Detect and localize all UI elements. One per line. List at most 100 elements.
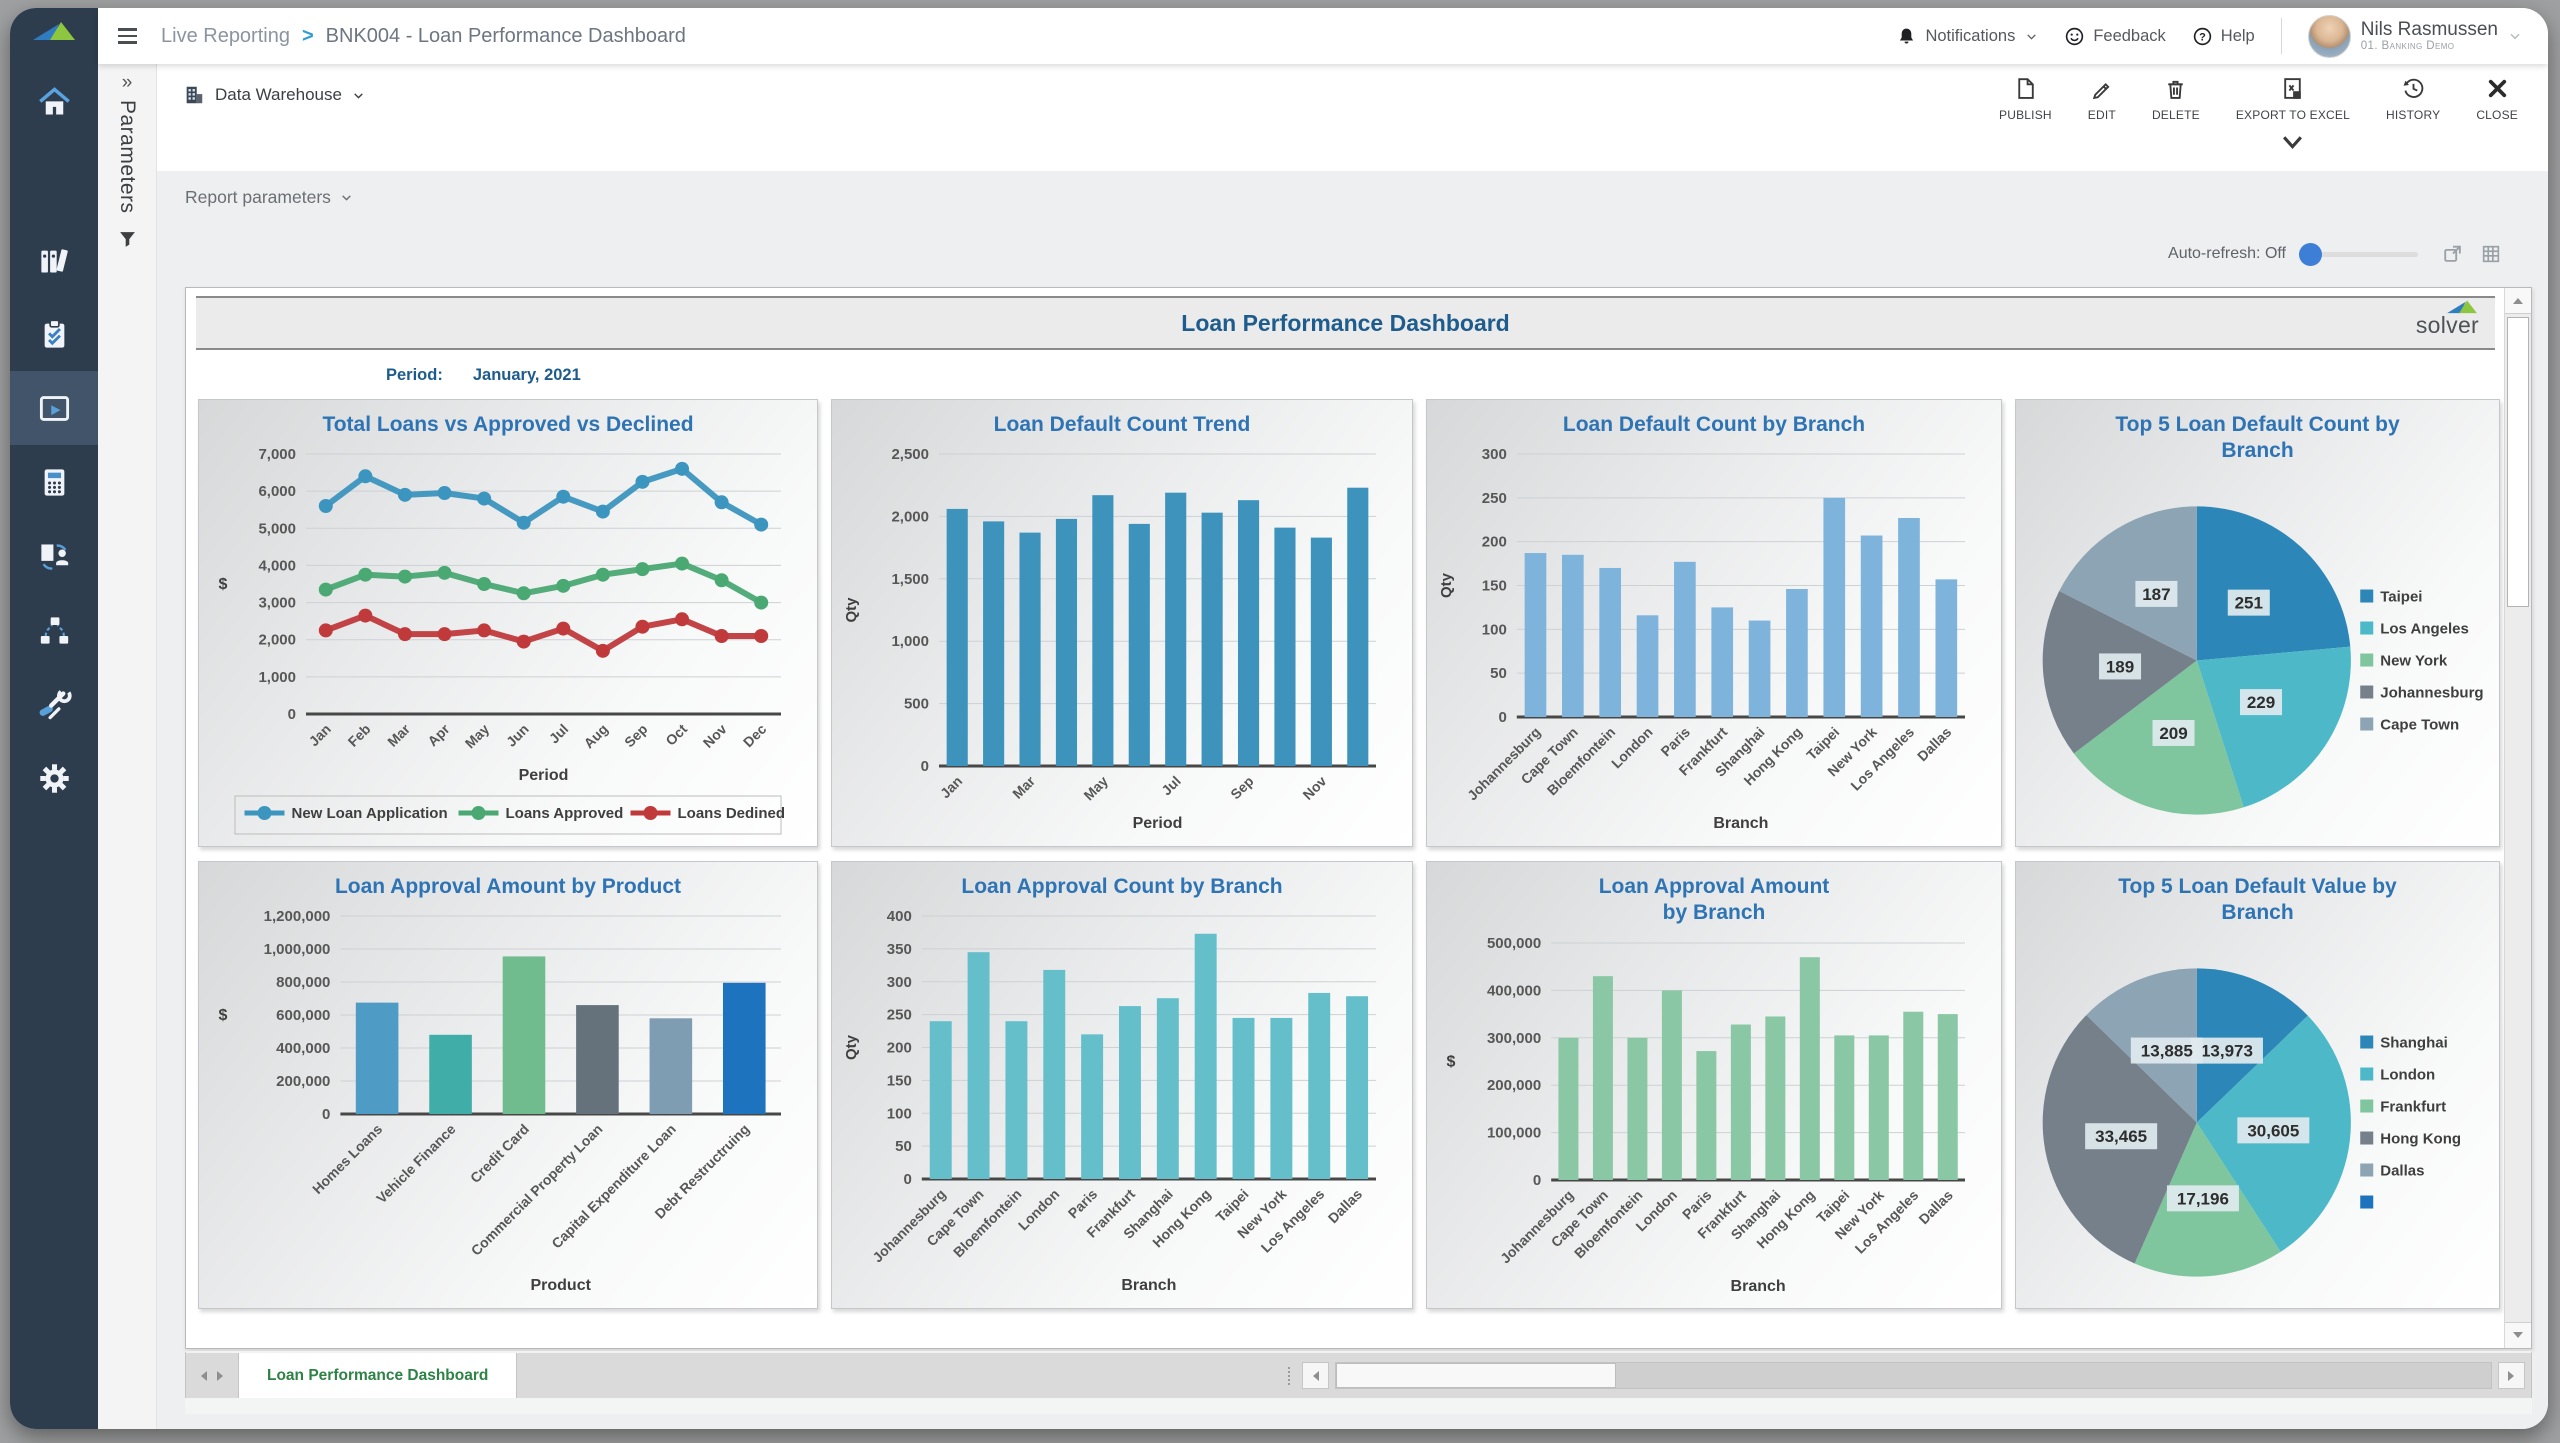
svg-text:Branch: Branch [1713, 815, 1768, 832]
svg-text:3,000: 3,000 [258, 595, 296, 612]
svg-text:400,000: 400,000 [1487, 982, 1541, 999]
history-label: HISTORY [2386, 108, 2440, 122]
triangle-right-icon [2508, 1371, 2519, 1381]
menu-hamburger-icon[interactable] [118, 28, 137, 44]
svg-text:Aug: Aug [580, 721, 611, 752]
feedback-button[interactable]: Feedback [2064, 26, 2165, 47]
svg-text:17,196: 17,196 [2177, 1189, 2229, 1208]
vertical-scroll-thumb[interactable] [2507, 317, 2529, 607]
svg-text:Shanghai: Shanghai [2380, 1034, 2448, 1051]
user-menu[interactable]: Nils Rasmussen 01. Banking Demo [2308, 15, 2522, 58]
svg-text:Dallas: Dallas [1325, 1186, 1366, 1227]
pie-chart-top5-default-count: 251229209189187TaipeiLos AngelesNew York… [2024, 465, 2491, 841]
chart-title: Top 5 Loan Default Value by Branch [2024, 866, 2491, 927]
svg-text:251: 251 [2235, 593, 2263, 612]
app-sidebar [10, 8, 98, 1429]
chevron-down-icon [352, 89, 365, 102]
user-org: 01. Banking Demo [2361, 40, 2498, 53]
period-row: Period: January, 2021 [386, 366, 2531, 385]
history-button[interactable]: HISTORY [2386, 76, 2440, 155]
svg-text:Apr: Apr [424, 721, 453, 750]
svg-text:Los Angeles: Los Angeles [2380, 620, 2469, 637]
scrollbar-grip-dots[interactable] [1288, 1367, 1292, 1385]
sidebar-item-tasks[interactable] [10, 297, 98, 371]
hscroll-thumb[interactable] [1336, 1363, 1616, 1388]
svg-text:Nov: Nov [700, 721, 730, 751]
document-user-sync-icon [37, 539, 72, 574]
sidebar-item-calculator[interactable] [10, 445, 98, 519]
solver-brand: solver [2416, 299, 2479, 337]
auto-refresh-knob[interactable] [2299, 243, 2322, 266]
sidebar-item-home[interactable] [10, 65, 98, 139]
tab-scroll-right-button[interactable] [217, 1371, 224, 1381]
delete-button[interactable]: DELETE [2152, 76, 2200, 155]
hscroll-left-button[interactable] [1302, 1362, 1329, 1389]
sidebar-item-hierarchy[interactable] [10, 593, 98, 667]
svg-text:2,000: 2,000 [891, 509, 929, 526]
svg-text:150: 150 [1482, 578, 1507, 595]
svg-text:13,973: 13,973 [2201, 1041, 2253, 1060]
publish-button[interactable]: PUBLISH [1999, 76, 2052, 155]
hscroll-right-button[interactable] [2498, 1362, 2525, 1389]
svg-text:May: May [1080, 773, 1111, 804]
expand-panel-chevron[interactable]: » [122, 72, 133, 94]
filter-funnel-icon[interactable] [118, 230, 137, 254]
sidebar-item-collaboration[interactable] [10, 519, 98, 593]
open-in-window-icon[interactable] [2442, 243, 2464, 265]
sidebar-item-report-player[interactable] [10, 371, 98, 445]
chart-card-default-trend: Loan Default Count Trend 05001,0001,5002… [831, 399, 1413, 847]
svg-text:400,000: 400,000 [276, 1040, 330, 1057]
svg-text:7,000: 7,000 [258, 446, 296, 463]
svg-text:250: 250 [887, 1007, 912, 1024]
chart-card-approval-count-branch: Loan Approval Count by Branch 0501001502… [831, 861, 1413, 1309]
sidebar-item-settings[interactable] [10, 741, 98, 815]
svg-text:100: 100 [887, 1106, 912, 1123]
svg-text:50: 50 [1490, 665, 1507, 682]
svg-text:13,885: 13,885 [2141, 1041, 2193, 1060]
scroll-up-button[interactable] [2505, 288, 2531, 314]
trash-icon [2163, 76, 2188, 101]
help-button[interactable]: ? Help [2192, 26, 2255, 47]
svg-text:187: 187 [2142, 584, 2170, 603]
brand-word: solver [2416, 314, 2479, 337]
pie-chart-top5-default-value: 13,97330,60517,19633,46513,885ShanghaiLo… [2024, 927, 2491, 1303]
svg-text:300,000: 300,000 [1487, 1029, 1541, 1046]
tab-scroll-left-button[interactable] [200, 1371, 207, 1381]
report-content-area: Report parameters Auto-refresh: Off [157, 171, 2548, 1429]
svg-text:Jan: Jan [937, 773, 965, 801]
chevron-down-icon [2280, 130, 2305, 155]
auto-refresh-label: Auto-refresh: Off [2168, 245, 2286, 263]
notifications-button[interactable]: Notifications [1896, 26, 2038, 47]
svg-text:300: 300 [887, 974, 912, 991]
sidebar-item-tools[interactable] [10, 667, 98, 741]
svg-text:Branch: Branch [1121, 1277, 1176, 1294]
svg-text:0: 0 [322, 1106, 330, 1123]
auto-refresh-slider[interactable] [2302, 252, 2418, 257]
export-to-excel-button[interactable]: EXPORT TO EXCEL [2236, 76, 2350, 155]
svg-text:33,465: 33,465 [2095, 1127, 2147, 1146]
breadcrumb-section[interactable]: Live Reporting [161, 25, 290, 48]
sheet-tab-active[interactable]: Loan Performance Dashboard [238, 1353, 517, 1399]
edit-button[interactable]: EDIT [2088, 76, 2116, 155]
grid-table-icon[interactable] [2480, 243, 2502, 265]
sidebar-item-archive[interactable] [10, 223, 98, 297]
data-source-label: Data Warehouse [215, 85, 342, 105]
data-source-dropdown[interactable]: Data Warehouse [183, 84, 365, 106]
report-player-icon [37, 391, 72, 426]
close-x-icon [2485, 76, 2510, 101]
app-screenshot: { "header": { "breadcrumb_section": "Liv… [0, 0, 2560, 1443]
svg-text:Sep: Sep [621, 721, 650, 750]
report-parameters-toggle[interactable]: Report parameters [157, 171, 2548, 208]
hierarchy-icon [37, 613, 72, 648]
svg-text:1,000: 1,000 [891, 633, 929, 650]
svg-text:Branch: Branch [1731, 1278, 1786, 1295]
close-button[interactable]: CLOSE [2476, 76, 2518, 155]
svg-text:100,000: 100,000 [1487, 1124, 1541, 1141]
hscroll-track[interactable] [1335, 1362, 2492, 1389]
svg-text:New York: New York [2380, 652, 2448, 669]
scroll-down-button[interactable] [2505, 1322, 2531, 1348]
bottom-padding [185, 1398, 2532, 1414]
svg-text:800,000: 800,000 [276, 974, 330, 991]
svg-text:100: 100 [1482, 622, 1507, 639]
svg-text:Dec: Dec [740, 721, 770, 751]
